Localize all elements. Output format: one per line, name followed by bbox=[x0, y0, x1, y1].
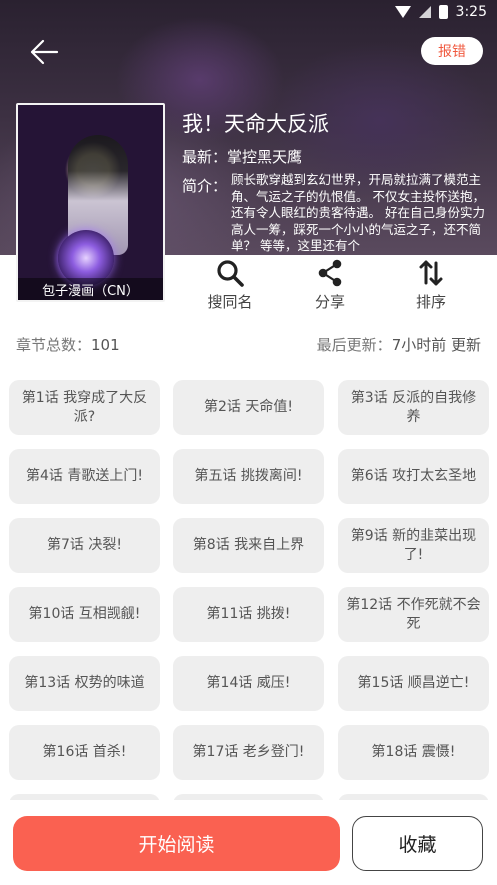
chapter-item[interactable]: 第10话 互相觊觎! bbox=[9, 587, 160, 642]
signal-icon bbox=[418, 6, 431, 18]
share-button[interactable]: 分享 bbox=[290, 255, 370, 317]
comic-title: 我！天命大反派 bbox=[182, 112, 329, 136]
chapter-item[interactable]: 第7话 决裂! bbox=[9, 518, 160, 573]
chapter-item[interactable]: 第6话 攻打太玄圣地 bbox=[338, 449, 489, 504]
chapter-item[interactable]: 第8话 我来自上界 bbox=[173, 518, 324, 573]
latest-value: 掌控黑天鹰 bbox=[227, 148, 303, 166]
chapter-total-label: 章节总数： bbox=[16, 336, 92, 354]
latest-chapter-row: 最新：掌控黑天鹰 bbox=[182, 146, 302, 167]
latest-label: 最新： bbox=[182, 148, 228, 166]
chapter-item[interactable]: 第11话 挑拨! bbox=[173, 587, 324, 642]
sort-button[interactable]: 排序 bbox=[391, 255, 471, 317]
chapter-item[interactable]: 第18话 震慑! bbox=[338, 725, 489, 780]
chapter-item[interactable]: 第17话 老乡登门! bbox=[173, 725, 324, 780]
share-icon bbox=[318, 259, 342, 287]
search-same-name-label: 搜同名 bbox=[207, 293, 253, 311]
report-error-button[interactable]: 报错 bbox=[421, 37, 483, 65]
chapter-total-value: 101 bbox=[91, 336, 120, 354]
chapter-stats: 章节总数：101 最后更新：7小时前 更新 bbox=[16, 334, 481, 354]
last-updated-label: 最后更新： bbox=[316, 336, 392, 354]
chapter-item[interactable]: 第2话 天命值! bbox=[173, 380, 324, 435]
arrow-left-icon bbox=[30, 39, 59, 65]
chapter-item[interactable]: 第16话 首杀! bbox=[9, 725, 160, 780]
favorite-button[interactable]: 收藏 bbox=[352, 816, 483, 871]
status-bar: 3:25 bbox=[0, 0, 497, 24]
chapter-item[interactable]: 第五话 挑拨离间! bbox=[173, 449, 324, 504]
chapter-item[interactable]: 第13话 权势的味道 bbox=[9, 656, 160, 711]
chapter-total: 章节总数：101 bbox=[16, 334, 120, 354]
battery-icon bbox=[438, 5, 448, 19]
chapter-item[interactable]: 第12话 不作死就不会死 bbox=[338, 587, 489, 642]
description-label: 简介： bbox=[182, 177, 228, 195]
chapter-item[interactable]: 第3话 反派的自我修养 bbox=[338, 380, 489, 435]
comic-cover[interactable]: 包子漫画（CN） bbox=[16, 103, 165, 302]
last-updated: 最后更新：7小时前 更新 bbox=[317, 334, 481, 354]
search-icon bbox=[217, 260, 244, 287]
sort-icon bbox=[419, 260, 443, 286]
search-same-name-button[interactable]: 搜同名 bbox=[190, 255, 270, 317]
start-reading-button[interactable]: 开始阅读 bbox=[13, 816, 340, 871]
chapter-grid: 第1话 我穿成了大反派? 第2话 天命值! 第3话 反派的自我修养第4话 青歌送上门… bbox=[9, 380, 491, 800]
sort-label: 排序 bbox=[415, 293, 446, 311]
bottom-bar: 开始阅读 收藏 bbox=[0, 800, 497, 885]
share-label: 分享 bbox=[314, 293, 345, 311]
chapter-item[interactable]: 第1话 我穿成了大反派? bbox=[9, 380, 160, 435]
back-button[interactable] bbox=[26, 36, 62, 68]
cover-source-label: 包子漫画（CN） bbox=[18, 278, 163, 300]
description-text: 顾长歌穿越到玄幻世界，开局就拉满了模范主角、气运之子的仇恨值。 不仅女主投怀送抱… bbox=[231, 172, 485, 253]
chapter-item[interactable]: 第15话 顺昌逆亡! bbox=[338, 656, 489, 711]
action-bar: 搜同名 分享 排序 bbox=[170, 255, 497, 317]
chapter-item[interactable]: 第9话 新的韭菜出现了! bbox=[338, 518, 489, 573]
chapter-item[interactable]: 第14话 威压! bbox=[173, 656, 324, 711]
chapter-item[interactable]: 第4话 青歌送上门! bbox=[9, 449, 160, 504]
wifi-icon bbox=[394, 6, 411, 18]
last-updated-value: 7小时前 更新 bbox=[391, 336, 481, 354]
status-time: 3:25 bbox=[455, 4, 487, 20]
